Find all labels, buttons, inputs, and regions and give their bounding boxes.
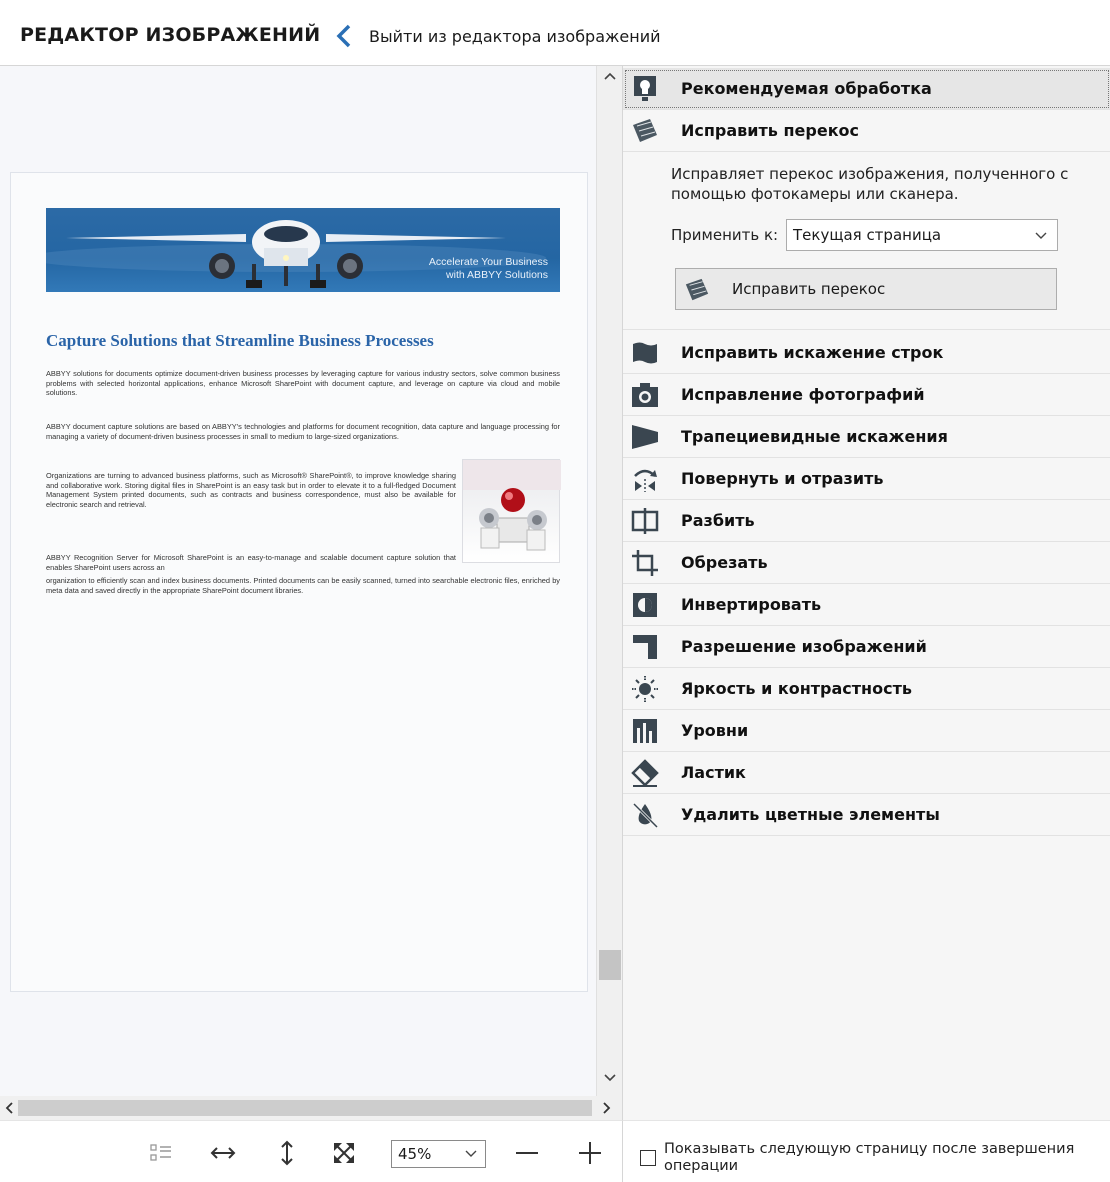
eraser-icon [630, 758, 660, 788]
chevron-left-icon [336, 24, 351, 48]
robot-image [462, 459, 561, 563]
rotate-flip-label: Повернуть и отразить [681, 469, 884, 488]
banner-tagline: Accelerate Your Business with ABBYY Solu… [429, 256, 548, 282]
document-paragraph: ABBYY Recognition Server for Microsoft S… [46, 553, 456, 572]
scroll-down-icon[interactable] [597, 1068, 623, 1088]
invert-item[interactable]: Инвертировать [623, 584, 1110, 626]
scroll-right-icon[interactable] [598, 1098, 616, 1118]
trapezoid-icon [630, 422, 660, 452]
banner-line-1: Accelerate Your Business [428, 256, 548, 268]
zoom-select[interactable]: 45% [391, 1140, 486, 1168]
deskew-label: Исправить перекос [681, 121, 860, 140]
banner-image: Accelerate Your Business with ABBYY Solu… [46, 208, 560, 292]
document-paragraph: Organizations are turning to advanced bu… [46, 471, 456, 509]
rotate-flip-icon [630, 464, 660, 494]
document-title: Capture Solutions that Streamline Busine… [46, 331, 434, 350]
brightness-contrast-item[interactable]: Яркость и контрастность [623, 668, 1110, 710]
camera-icon [630, 380, 660, 410]
crop-icon [630, 548, 660, 578]
vertical-scroll-thumb[interactable] [599, 950, 621, 980]
photo-correction-item[interactable]: Исправление фотографий [623, 374, 1110, 416]
zoom-out-icon[interactable] [514, 1140, 540, 1166]
page-curl-icon [630, 338, 660, 368]
page-list-icon[interactable] [148, 1140, 174, 1166]
correct-lines-label: Исправить искажение строк [681, 343, 944, 362]
recommended-processing-label: Рекомендуемая обработка [681, 79, 932, 98]
deskew-item[interactable]: Исправить перекос [623, 110, 1110, 152]
levels-icon [630, 716, 660, 746]
show-next-page-checkbox[interactable] [640, 1150, 656, 1166]
eraser-item[interactable]: Ластик [623, 752, 1110, 794]
fit-height-icon[interactable] [274, 1140, 300, 1166]
document-page: Accelerate Your Business with ABBYY Solu… [10, 172, 588, 992]
exit-editor-label: Выйти из редактора изображений [369, 26, 661, 46]
apply-to-value: Текущая страница [793, 226, 942, 244]
rotate-flip-item[interactable]: Повернуть и отразить [623, 458, 1110, 500]
exit-editor-button[interactable]: Выйти из редактора изображений [333, 22, 661, 50]
fit-page-icon[interactable] [331, 1140, 357, 1166]
brightness-contrast-label: Яркость и контрастность [681, 679, 912, 698]
trapezoid-item[interactable]: Трапециевидные искажения [623, 416, 1110, 458]
banner-line-2: with ABBYY Solutions [446, 269, 548, 281]
chevron-down-icon [465, 1150, 477, 1157]
resolution-item[interactable]: Разрешение изображений [623, 626, 1110, 668]
levels-item[interactable]: Уровни [623, 710, 1110, 752]
brightness-icon [630, 674, 660, 704]
vertical-scrollbar[interactable] [596, 66, 622, 1096]
chevron-down-icon [1035, 232, 1047, 239]
scroll-up-icon[interactable] [597, 66, 623, 86]
remove-color-icon [630, 800, 660, 830]
deskew-icon [630, 116, 660, 146]
document-paragraph: organization to efficiently scan and ind… [46, 576, 560, 595]
invert-label: Инвертировать [681, 595, 822, 614]
invert-icon [630, 590, 660, 620]
levels-label: Уровни [681, 721, 749, 740]
split-icon [630, 506, 660, 536]
operations-panel: Рекомендуемая обработка Исправить переко… [622, 66, 1110, 1120]
crop-label: Обрезать [681, 553, 768, 572]
trapezoid-label: Трапециевидные искажения [681, 427, 948, 446]
eraser-label: Ластик [681, 763, 746, 782]
correct-lines-item[interactable]: Исправить искажение строк [623, 332, 1110, 374]
photo-correction-label: Исправление фотографий [681, 385, 925, 404]
remove-color-label: Удалить цветные элементы [681, 805, 940, 824]
deskew-description: Исправляет перекос изображения, полученн… [671, 165, 1069, 203]
document-paragraph: ABBYY solutions for documents optimize d… [46, 369, 560, 398]
app-title: РЕДАКТОР ИЗОБРАЖЕНИЙ [20, 24, 321, 46]
crop-item[interactable]: Обрезать [623, 542, 1110, 584]
resolution-label: Разрешение изображений [681, 637, 927, 656]
deskew-icon [682, 276, 712, 304]
fit-width-icon[interactable] [210, 1140, 236, 1166]
apply-to-label: Применить к: [671, 226, 779, 244]
lightbulb-icon [630, 74, 660, 104]
recommended-processing-item[interactable]: Рекомендуемая обработка [623, 68, 1110, 110]
scroll-left-icon[interactable] [0, 1098, 18, 1118]
header: РЕДАКТОР ИЗОБРАЖЕНИЙ Выйти из редактора … [0, 0, 1110, 66]
apply-deskew-label: Исправить перекос [732, 280, 886, 298]
split-item[interactable]: Разбить [623, 500, 1110, 542]
document-paragraph: ABBYY document capture solutions are bas… [46, 422, 560, 441]
deskew-options: Исправляет перекос изображения, полученн… [623, 152, 1110, 330]
zoom-in-icon[interactable] [577, 1140, 603, 1166]
horizontal-scroll-thumb[interactable] [18, 1100, 592, 1116]
horizontal-scrollbar[interactable] [0, 1096, 622, 1120]
resolution-icon [630, 632, 660, 662]
show-next-page-label[interactable]: Показывать следующую страницу после заве… [664, 1141, 1084, 1175]
zoom-value: 45% [398, 1145, 432, 1163]
split-label: Разбить [681, 511, 755, 530]
apply-deskew-button[interactable]: Исправить перекос [675, 268, 1057, 310]
apply-to-select[interactable]: Текущая страница [786, 219, 1058, 251]
remove-color-item[interactable]: Удалить цветные элементы [623, 794, 1110, 836]
